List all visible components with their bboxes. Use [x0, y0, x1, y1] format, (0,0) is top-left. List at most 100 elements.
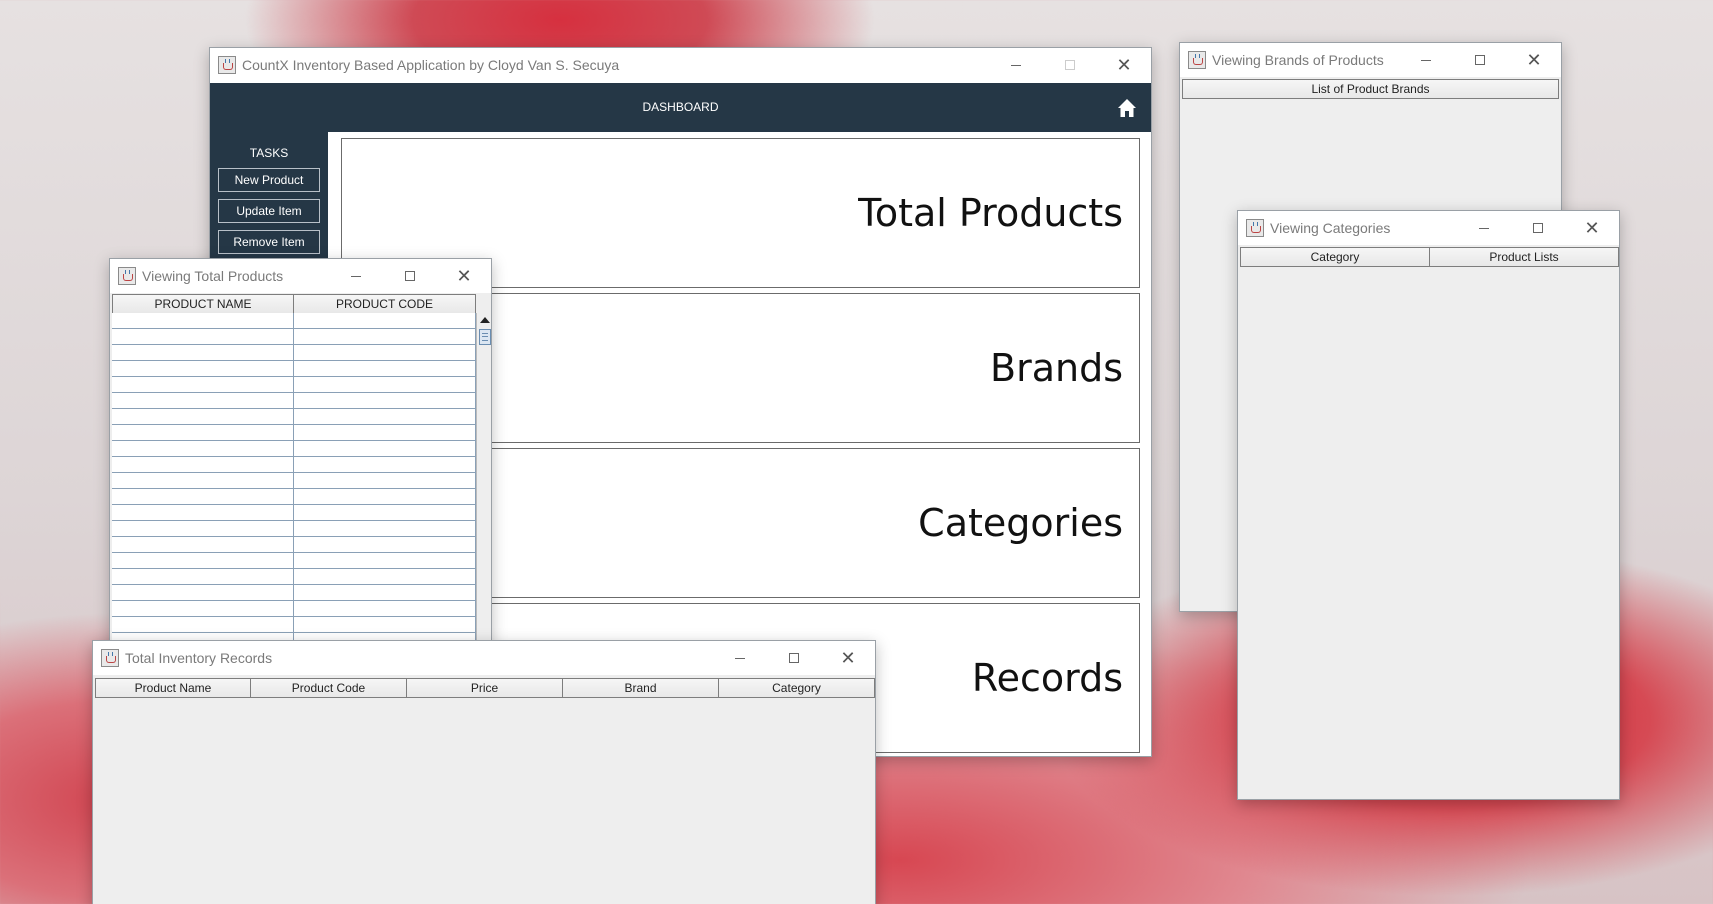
update-item-button[interactable]: Update Item: [218, 199, 320, 223]
table-row[interactable]: [112, 473, 476, 489]
table-cell[interactable]: [112, 441, 294, 457]
table-cell[interactable]: [294, 441, 476, 457]
table-cell[interactable]: [112, 361, 294, 377]
table-cell[interactable]: [112, 553, 294, 569]
close-icon: ✕: [1116, 55, 1132, 75]
minimize-button[interactable]: [713, 641, 767, 675]
table-cell[interactable]: [112, 569, 294, 585]
column-header[interactable]: Category: [719, 678, 875, 698]
column-header[interactable]: PRODUCT CODE: [294, 294, 476, 314]
table-cell[interactable]: [294, 521, 476, 537]
table-cell[interactable]: [294, 585, 476, 601]
table-row[interactable]: [112, 617, 476, 633]
table-cell[interactable]: [294, 393, 476, 409]
table-cell[interactable]: [112, 313, 294, 329]
categories-titlebar[interactable]: Viewing Categories ✕: [1238, 211, 1619, 245]
table-row[interactable]: [112, 521, 476, 537]
table-row[interactable]: [112, 361, 476, 377]
table-cell[interactable]: [112, 345, 294, 361]
records-titlebar[interactable]: Total Inventory Records ✕: [93, 641, 875, 675]
table-row[interactable]: [112, 313, 476, 329]
table-row[interactable]: [112, 425, 476, 441]
close-button[interactable]: ✕: [1507, 43, 1561, 77]
column-header[interactable]: Product Code: [251, 678, 407, 698]
table-row[interactable]: [112, 377, 476, 393]
table-cell[interactable]: [294, 505, 476, 521]
table-cell[interactable]: [112, 457, 294, 473]
table-cell[interactable]: [294, 537, 476, 553]
brands-titlebar[interactable]: Viewing Brands of Products ✕: [1180, 43, 1561, 77]
table-row[interactable]: [112, 537, 476, 553]
maximize-button[interactable]: [1511, 211, 1565, 245]
table-cell[interactable]: [112, 489, 294, 505]
minimize-button[interactable]: [1399, 43, 1453, 77]
table-row[interactable]: [112, 585, 476, 601]
table-cell[interactable]: [112, 601, 294, 617]
table-cell[interactable]: [294, 425, 476, 441]
table-row[interactable]: [112, 393, 476, 409]
products-titlebar[interactable]: Viewing Total Products ✕: [110, 259, 491, 293]
table-cell[interactable]: [294, 457, 476, 473]
new-product-button[interactable]: New Product: [218, 168, 320, 192]
minimize-button[interactable]: [1457, 211, 1511, 245]
maximize-button[interactable]: [1453, 43, 1507, 77]
table-cell[interactable]: [112, 329, 294, 345]
minimize-button[interactable]: [329, 259, 383, 293]
close-button[interactable]: ✕: [821, 641, 875, 675]
table-cell[interactable]: [294, 313, 476, 329]
table-row[interactable]: [112, 505, 476, 521]
table-cell[interactable]: [112, 425, 294, 441]
main-titlebar[interactable]: CountX Inventory Based Application by Cl…: [210, 48, 1151, 82]
column-header[interactable]: Brand: [563, 678, 719, 698]
table-cell[interactable]: [112, 521, 294, 537]
column-header[interactable]: Price: [407, 678, 563, 698]
table-cell[interactable]: [294, 553, 476, 569]
table-row[interactable]: [112, 569, 476, 585]
table-cell[interactable]: [294, 473, 476, 489]
table-row[interactable]: [112, 345, 476, 361]
table-cell[interactable]: [112, 537, 294, 553]
column-header[interactable]: Product Name: [95, 678, 251, 698]
table-cell[interactable]: [294, 361, 476, 377]
maximize-button[interactable]: [383, 259, 437, 293]
table-row[interactable]: [112, 553, 476, 569]
inventory-records-window: Total Inventory Records ✕ Product Name P…: [92, 640, 876, 904]
table-cell[interactable]: [294, 409, 476, 425]
table-cell[interactable]: [294, 569, 476, 585]
scroll-thumb[interactable]: [479, 329, 491, 345]
table-row[interactable]: [112, 441, 476, 457]
table-cell[interactable]: [112, 473, 294, 489]
minimize-button[interactable]: [989, 48, 1043, 82]
column-header[interactable]: Category: [1240, 247, 1430, 267]
table-cell[interactable]: [112, 585, 294, 601]
table-cell[interactable]: [294, 377, 476, 393]
table-cell[interactable]: [294, 329, 476, 345]
scroll-up-icon[interactable]: [480, 317, 490, 323]
table-cell[interactable]: [294, 345, 476, 361]
maximize-button[interactable]: [767, 641, 821, 675]
table-cell[interactable]: [112, 409, 294, 425]
remove-item-button[interactable]: Remove Item: [218, 230, 320, 254]
table-row[interactable]: [112, 601, 476, 617]
table-row[interactable]: [112, 457, 476, 473]
close-button[interactable]: ✕: [1565, 211, 1619, 245]
table-cell[interactable]: [112, 377, 294, 393]
table-cell[interactable]: [294, 489, 476, 505]
close-button[interactable]: ✕: [437, 259, 491, 293]
table-cell[interactable]: [112, 617, 294, 633]
table-cell[interactable]: [294, 601, 476, 617]
maximize-icon: [1475, 55, 1485, 65]
table-row[interactable]: [112, 409, 476, 425]
column-header[interactable]: List of Product Brands: [1182, 79, 1559, 99]
column-header[interactable]: Product Lists: [1430, 247, 1619, 267]
table-cell[interactable]: [294, 617, 476, 633]
table-row[interactable]: [112, 329, 476, 345]
table-row[interactable]: [112, 489, 476, 505]
products-table-body[interactable]: [112, 313, 476, 667]
table-cell[interactable]: [112, 393, 294, 409]
home-icon[interactable]: [1117, 98, 1137, 118]
vertical-scrollbar[interactable]: [476, 313, 491, 667]
column-header[interactable]: PRODUCT NAME: [112, 294, 294, 314]
table-cell[interactable]: [112, 505, 294, 521]
close-button[interactable]: ✕: [1097, 48, 1151, 82]
